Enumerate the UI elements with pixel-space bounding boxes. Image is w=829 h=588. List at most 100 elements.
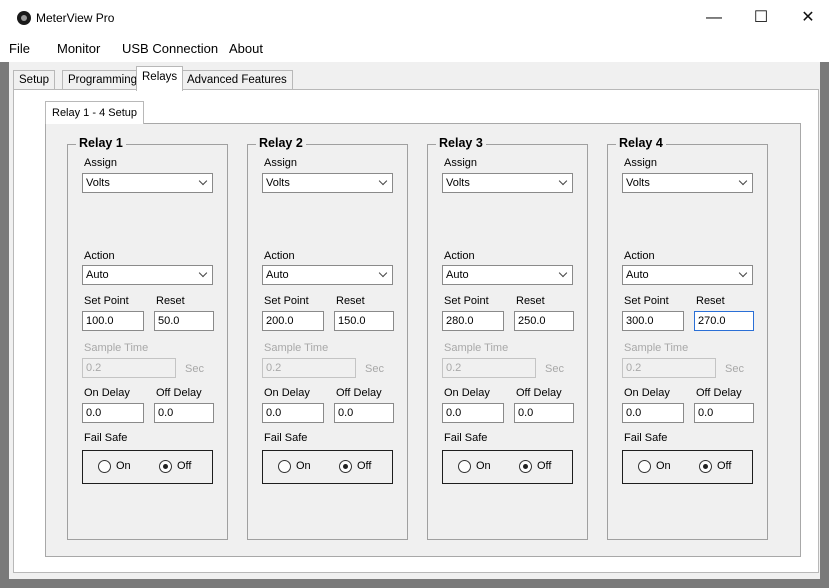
on-delay-input[interactable]: 0.0 [262,403,324,423]
set-point-label: Set Point [84,295,129,307]
reset-label: Reset [336,295,365,307]
reset-label: Reset [696,295,725,307]
sec-label: Sec [545,363,564,375]
off-delay-label: Off Delay [156,387,202,399]
fail-safe-on-radio[interactable] [458,460,471,473]
sample-time-label: Sample Time [84,342,149,354]
fail-safe-off-label: Off [357,460,372,472]
chevron-down-icon [738,176,748,186]
relay-4-group: Relay 4 Assign Volts Action Auto Set Poi… [607,136,768,540]
assign-select[interactable]: Volts [622,173,753,193]
tab-setup[interactable]: Setup [13,70,56,90]
action-select[interactable]: Auto [82,265,213,285]
assign-select[interactable]: Volts [82,173,213,193]
on-delay-input[interactable]: 0.0 [442,403,504,423]
fail-safe-on-radio[interactable] [98,460,111,473]
fail-safe-label: Fail Safe [444,432,488,444]
set-point-label: Set Point [264,295,309,307]
menu-monitor[interactable]: Monitor [57,41,100,56]
chevron-down-icon [558,268,568,278]
fail-safe-off-radio[interactable] [699,460,712,473]
main-tab-strip: Setup Programming Relays Advanced Featur… [9,62,820,91]
chevron-down-icon [378,176,388,186]
fail-safe-label: Fail Safe [84,432,128,444]
fail-safe-label: Fail Safe [264,432,308,444]
on-delay-label: On Delay [84,387,130,399]
set-point-input[interactable]: 200.0 [262,311,324,331]
tab-programming[interactable]: Programming [62,70,144,90]
fail-safe-options: On Off [442,450,573,484]
action-label: Action [84,250,115,262]
fail-safe-off-radio[interactable] [339,460,352,473]
action-label: Action [624,250,655,262]
set-point-input[interactable]: 300.0 [622,311,684,331]
fail-safe-off-radio[interactable] [159,460,172,473]
reset-input[interactable]: 270.0 [694,311,754,331]
relays-tab-panel: Relay 1 - 4 Setup Relay 1 Assign Volts A… [13,89,819,573]
chevron-down-icon [198,176,208,186]
off-delay-input[interactable]: 0.0 [694,403,754,423]
reset-label: Reset [516,295,545,307]
set-point-input[interactable]: 100.0 [82,311,144,331]
off-delay-input[interactable]: 0.0 [334,403,394,423]
reset-input[interactable]: 150.0 [334,311,394,331]
fail-safe-off-label: Off [717,460,732,472]
action-value: Auto [626,269,649,281]
assign-value: Volts [446,177,470,189]
assign-value: Volts [86,177,110,189]
fail-safe-off-label: Off [177,460,192,472]
action-value: Auto [86,269,109,281]
sample-time-label: Sample Time [624,342,689,354]
assign-select[interactable]: Volts [442,173,573,193]
set-point-input[interactable]: 280.0 [442,311,504,331]
on-delay-label: On Delay [624,387,670,399]
sample-time-label: Sample Time [264,342,329,354]
fail-safe-on-label: On [116,460,131,472]
relay-1-group: Relay 1 Assign Volts Action Auto Set Poi… [67,136,228,540]
menu-usb-connection[interactable]: USB Connection [122,41,218,56]
on-delay-input[interactable]: 0.0 [622,403,684,423]
fail-safe-options: On Off [262,450,393,484]
close-button[interactable]: ✕ [788,6,828,30]
on-delay-label: On Delay [444,387,490,399]
action-select[interactable]: Auto [442,265,573,285]
assign-value: Volts [266,177,290,189]
assign-label: Assign [264,157,298,169]
sample-time-input: 0.2 [82,358,176,378]
relay-title: Relay 1 [76,136,126,150]
fail-safe-off-radio[interactable] [519,460,532,473]
chevron-down-icon [558,176,568,186]
off-delay-input[interactable]: 0.0 [514,403,574,423]
reset-input[interactable]: 250.0 [514,311,574,331]
action-select[interactable]: Auto [622,265,753,285]
sec-label: Sec [185,363,204,375]
fail-safe-on-radio[interactable] [638,460,651,473]
tab-relays[interactable]: Relays [136,66,184,91]
off-delay-label: Off Delay [696,387,742,399]
reset-input[interactable]: 50.0 [154,311,214,331]
menu-bar: File Monitor USB Connection About [0,36,829,62]
fail-safe-on-radio[interactable] [278,460,291,473]
relay-setup-panel: Relay 1 Assign Volts Action Auto Set Poi… [45,123,801,557]
fail-safe-on-label: On [476,460,491,472]
sample-time-input: 0.2 [262,358,356,378]
tab-advanced-features[interactable]: Advanced Features [181,70,293,90]
off-delay-input[interactable]: 0.0 [154,403,214,423]
action-value: Auto [446,269,469,281]
minimize-button[interactable]: — [694,6,734,30]
on-delay-input[interactable]: 0.0 [82,403,144,423]
tab-relay-1-4-setup[interactable]: Relay 1 - 4 Setup [45,101,144,124]
assign-select[interactable]: Volts [262,173,393,193]
menu-about[interactable]: About [229,41,263,56]
title-bar[interactable]: MeterView Pro — ☐ ✕ [0,0,829,36]
relay-title: Relay 3 [436,136,486,150]
set-point-label: Set Point [444,295,489,307]
assign-label: Assign [444,157,478,169]
relay-title: Relay 2 [256,136,306,150]
menu-file[interactable]: File [9,41,30,56]
sec-label: Sec [365,363,384,375]
fail-safe-label: Fail Safe [624,432,668,444]
maximize-button[interactable]: ☐ [741,6,781,30]
action-select[interactable]: Auto [262,265,393,285]
fail-safe-options: On Off [622,450,753,484]
